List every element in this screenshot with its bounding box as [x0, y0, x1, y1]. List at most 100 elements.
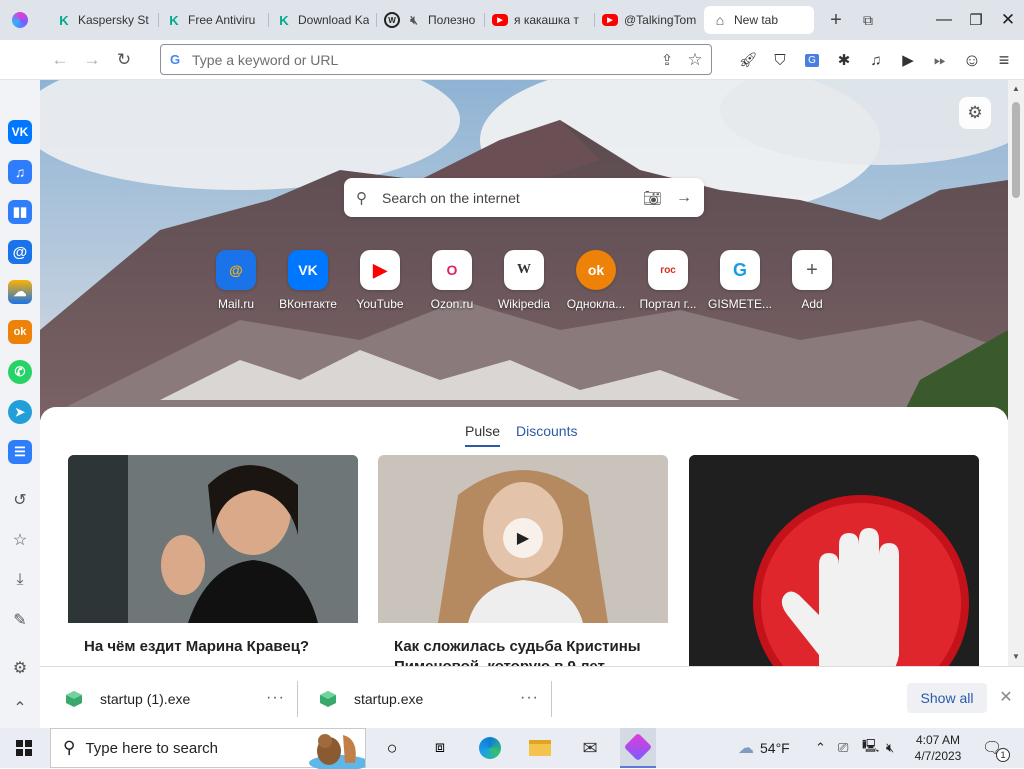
quick-access-ozon[interactable]: O Ozon.ru	[416, 250, 488, 311]
rocket-icon[interactable]: 🚀︎	[736, 48, 760, 72]
scroll-down-icon[interactable]: ▼	[1012, 652, 1020, 661]
show-all-downloads-button[interactable]: Show all	[907, 683, 987, 713]
quick-access-add[interactable]: + Add	[776, 250, 848, 311]
clock-date: 4/7/2023	[914, 749, 962, 763]
shield-icon[interactable]: ⛉	[768, 48, 792, 72]
yandex-browser-taskbar-icon[interactable]	[620, 728, 656, 768]
new-tab-button[interactable]: +	[824, 8, 848, 32]
download-more-button[interactable]: ···	[266, 689, 285, 707]
notifications-button[interactable]: 🗨︎ 1	[982, 728, 1010, 768]
pen-icon[interactable]: ✎	[8, 608, 32, 632]
clock[interactable]: 4:07 AM 4/7/2023	[908, 728, 968, 768]
close-window-button[interactable]: ✕	[996, 8, 1020, 32]
translate-icon[interactable]: G	[800, 48, 824, 72]
tab-free-antivirus[interactable]: K Free Antiviru	[166, 6, 264, 34]
youtube-icon: ▶	[360, 250, 400, 290]
history-icon[interactable]: ↺	[8, 488, 32, 512]
play-video-icon[interactable]: ▶	[503, 518, 543, 558]
quick-access-label: Одноклa...	[566, 297, 626, 311]
bookmark-star-icon[interactable]: ☆	[683, 48, 707, 72]
reload-button[interactable]: ↻	[112, 48, 136, 72]
collapse-chevron-icon[interactable]: ⌃	[8, 696, 32, 720]
address-input[interactable]	[192, 51, 655, 68]
restore-button[interactable]: ❐	[964, 8, 988, 32]
download-more-button[interactable]: ···	[520, 689, 539, 707]
sidebar: VK ♫ ▮▮ @ ☁ ok ✆ ➤ ☰ ↺ ☆ ⤓ ✎ ⚙ ⌃	[0, 80, 40, 728]
extensions-icon[interactable]: ✱	[832, 48, 856, 72]
home-icon: ⌂	[715, 12, 725, 28]
arrow-right-icon[interactable]: →	[676, 189, 692, 207]
tab-download-kaspersky[interactable]: K Download Ka	[276, 6, 372, 34]
edge-icon[interactable]	[474, 728, 506, 768]
media-queue-icon[interactable]: ♫	[864, 48, 888, 72]
minimize-button[interactable]: —	[932, 8, 956, 32]
back-button[interactable]: ←	[48, 48, 72, 72]
telegram-icon[interactable]: ➤	[8, 400, 32, 424]
weather-widget[interactable]: ☁ 54°F	[738, 728, 790, 768]
meet-now-icon[interactable]: ⎚	[838, 728, 848, 768]
quick-access-wikipedia[interactable]: W Wikipedia	[488, 250, 560, 311]
show-hidden-icons-button[interactable]: ⌃	[815, 728, 826, 768]
scrollbar-thumb[interactable]	[1012, 102, 1020, 198]
cloud-icon[interactable]: ☁	[8, 280, 32, 304]
news-card[interactable]: На чём ездит Марина Кравец?	[68, 455, 358, 666]
download-item[interactable]: startup (1).exe	[66, 683, 190, 715]
settings-gear-icon[interactable]: ⚙	[8, 656, 32, 680]
whatsapp-icon[interactable]: ✆	[8, 360, 32, 384]
plus-icon: +	[792, 250, 832, 290]
odnoklassniki-icon[interactable]: ok	[8, 320, 32, 344]
quick-access-vk[interactable]: VK ВКонтакте	[272, 250, 344, 311]
vertical-scrollbar[interactable]: ▲ ▼	[1008, 80, 1024, 666]
tab-overview-icon[interactable]: ⧉	[856, 8, 880, 32]
ad-card[interactable]	[689, 455, 979, 666]
volume-muted-icon[interactable]: 🔇︎	[886, 728, 894, 768]
quick-access-label: Ozon.ru	[430, 297, 474, 311]
file-explorer-icon[interactable]	[524, 728, 556, 768]
start-button[interactable]	[0, 728, 48, 768]
stats-icon[interactable]: ▮▮	[8, 200, 32, 224]
close-downloads-icon[interactable]: ✕	[994, 685, 1018, 709]
quick-access-gosuslugi[interactable]: гос Портал г...	[632, 250, 704, 311]
download-item[interactable]: startup.exe	[320, 683, 423, 715]
profile-icon[interactable]: ☺	[960, 48, 984, 72]
tab-kaspersky-st[interactable]: K Kaspersky St	[56, 6, 154, 34]
menu-icon[interactable]: ≡	[992, 48, 1016, 72]
new-tab-page: ⚙ ⚲ 📷︎ → @ Mail.ru VK ВКонтакте ▶ YouTub…	[40, 80, 1008, 666]
scroll-up-icon[interactable]: ▲	[1012, 84, 1020, 93]
fast-forward-icon[interactable]: ⏩︎	[928, 48, 952, 72]
tab-discounts[interactable]: Discounts	[516, 423, 577, 439]
tab-separator	[268, 13, 269, 27]
tab-new-tab[interactable]: ⌂ New tab	[704, 6, 814, 34]
mail-icon[interactable]: ✉	[574, 728, 606, 768]
address-bar[interactable]: G ⇪ ☆	[160, 44, 712, 75]
cortana-icon[interactable]: ○	[376, 728, 408, 768]
web-search-box[interactable]: ⚲ 📷︎ →	[344, 178, 704, 217]
tab-talking-tom[interactable]: ▶ @TalkingTom	[602, 6, 700, 34]
share-icon[interactable]: ⇪	[655, 48, 679, 72]
quick-access-odnoklassniki[interactable]: ok Одноклa...	[560, 250, 632, 311]
quick-access-youtube[interactable]: ▶ YouTube	[344, 250, 416, 311]
camera-icon[interactable]: 📷︎	[643, 189, 662, 207]
task-view-icon[interactable]: ⧈	[424, 728, 456, 768]
news-card[interactable]: ▶ Как сложилась судьба Кристины Пименово…	[378, 455, 668, 666]
downloads-icon[interactable]: ⤓	[8, 568, 32, 592]
bookmarks-star-icon[interactable]: ☆	[8, 528, 32, 552]
tab-polezno[interactable]: W 🔇︎ Полезно	[384, 6, 480, 34]
customize-page-button[interactable]: ⚙	[959, 97, 991, 129]
odnoklassniki-icon: ok	[576, 250, 616, 290]
vk-icon[interactable]: VK	[8, 120, 32, 144]
taskbar-search[interactable]: ⚲	[50, 728, 366, 769]
taskbar-search-input[interactable]	[85, 739, 286, 757]
tab-pulse[interactable]: Pulse	[465, 423, 501, 447]
list-icon[interactable]: ☰	[8, 440, 32, 464]
quick-access-mailru[interactable]: @ Mail.ru	[200, 250, 272, 311]
mail-icon[interactable]: @	[8, 240, 32, 264]
web-search-input[interactable]	[382, 189, 643, 206]
music-icon[interactable]: ♫	[8, 160, 32, 184]
tab-youtube-kakashka[interactable]: ▶ я какашка т	[492, 6, 590, 34]
play-icon[interactable]: ▶	[896, 48, 920, 72]
news-card-title: Как сложилась судьба Кристины Пименовой,…	[394, 638, 641, 666]
network-icon[interactable]: 🖳︎	[862, 728, 879, 768]
quick-access-gismeteo[interactable]: G GISMETE...	[704, 250, 776, 311]
forward-button[interactable]: →	[80, 48, 104, 72]
